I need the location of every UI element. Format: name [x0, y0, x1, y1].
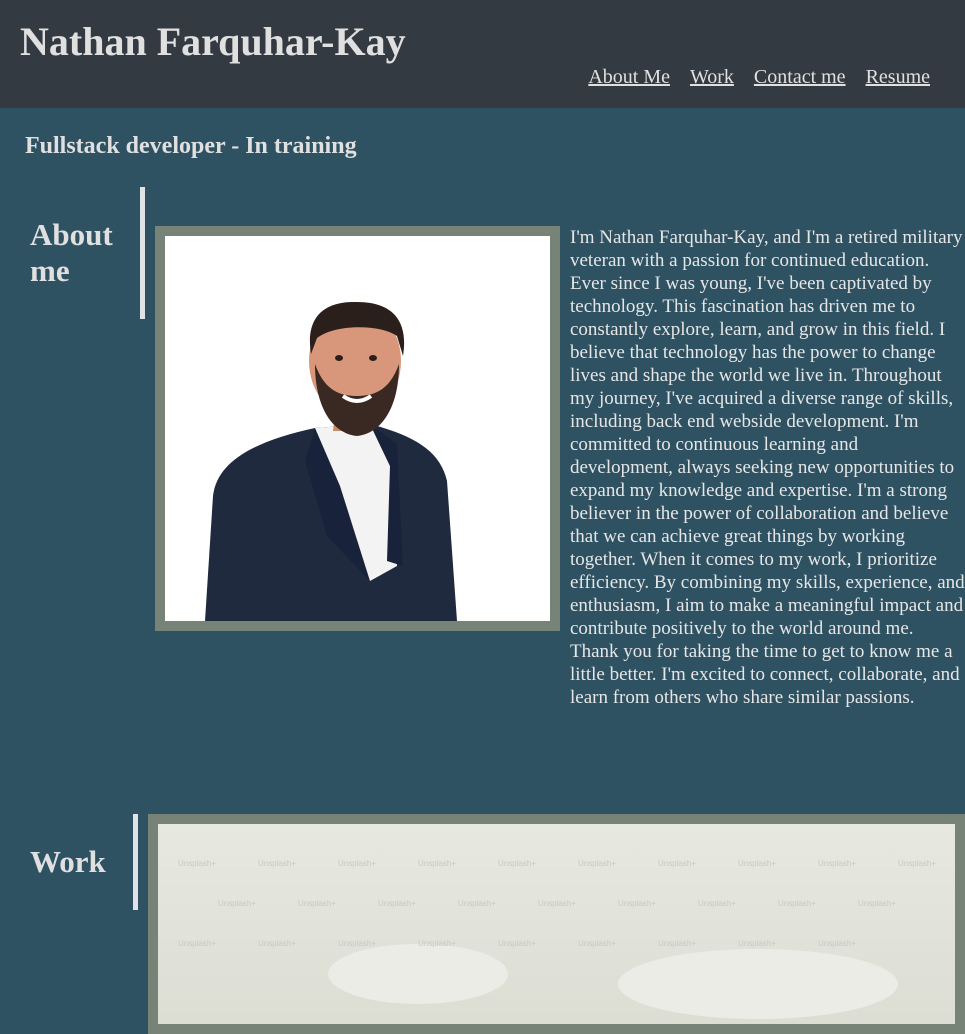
nav-about-me[interactable]: About Me — [588, 66, 670, 89]
watermark-text: Unsplash+ — [658, 859, 697, 868]
tagline: Fullstack developer - In training — [25, 133, 357, 159]
watermark-text: Unsplash+ — [338, 939, 377, 948]
watermark-text: Unsplash+ — [738, 939, 777, 948]
watermark-text: Unsplash+ — [738, 859, 777, 868]
watermark-text: Unsplash+ — [258, 859, 297, 868]
watermark-text: Unsplash+ — [338, 859, 377, 868]
site-title: Nathan Farquhar-Kay — [20, 19, 406, 64]
watermark-text: Unsplash+ — [818, 939, 857, 948]
watermark-text: Unsplash+ — [498, 939, 537, 948]
watermark-text: Unsplash+ — [858, 899, 897, 908]
site-header: Nathan Farquhar-Kay About Me Work Contac… — [0, 0, 965, 108]
about-text: I'm Nathan Farquhar-Kay, and I'm a retir… — [570, 227, 965, 708]
work-project-image[interactable]: Unsplash+ Unsplash+ Unsplash+ Unsplash+ … — [148, 814, 965, 1034]
watermark-text: Unsplash+ — [818, 859, 857, 868]
watermark-text: Unsplash+ — [898, 859, 937, 868]
watermark-text: Unsplash+ — [218, 899, 257, 908]
nav-work[interactable]: Work — [690, 66, 734, 89]
watermark-text: Unsplash+ — [618, 899, 657, 908]
watermark-text: Unsplash+ — [538, 899, 577, 908]
profile-photo — [155, 226, 560, 631]
about-heading: About me — [30, 217, 113, 288]
work-heading: Work — [30, 844, 106, 879]
watermark-text: Unsplash+ — [498, 859, 537, 868]
watermark-text: Unsplash+ — [778, 899, 817, 908]
watermark-text: Unsplash+ — [378, 899, 417, 908]
nav-resume[interactable]: Resume — [866, 66, 930, 89]
watermark-text: Unsplash+ — [258, 939, 297, 948]
watermark-text: Unsplash+ — [418, 939, 457, 948]
watermark-text: Unsplash+ — [658, 939, 697, 948]
about-divider — [140, 187, 145, 319]
watermark-text: Unsplash+ — [418, 859, 457, 868]
watermark-text: Unsplash+ — [458, 899, 497, 908]
watermark-text: Unsplash+ — [178, 939, 217, 948]
watermark-text: Unsplash+ — [298, 899, 337, 908]
main-nav: About Me Work Contact me Resume — [588, 66, 930, 89]
watermark-text: Unsplash+ — [578, 939, 617, 948]
watermark-text: Unsplash+ — [578, 859, 617, 868]
nav-contact-me[interactable]: Contact me — [754, 66, 846, 89]
portrait-illustration — [165, 236, 550, 621]
watermark-text: Unsplash+ — [178, 859, 217, 868]
work-image-background — [158, 824, 955, 1024]
work-divider — [133, 814, 138, 910]
watermark-text: Unsplash+ — [698, 899, 737, 908]
